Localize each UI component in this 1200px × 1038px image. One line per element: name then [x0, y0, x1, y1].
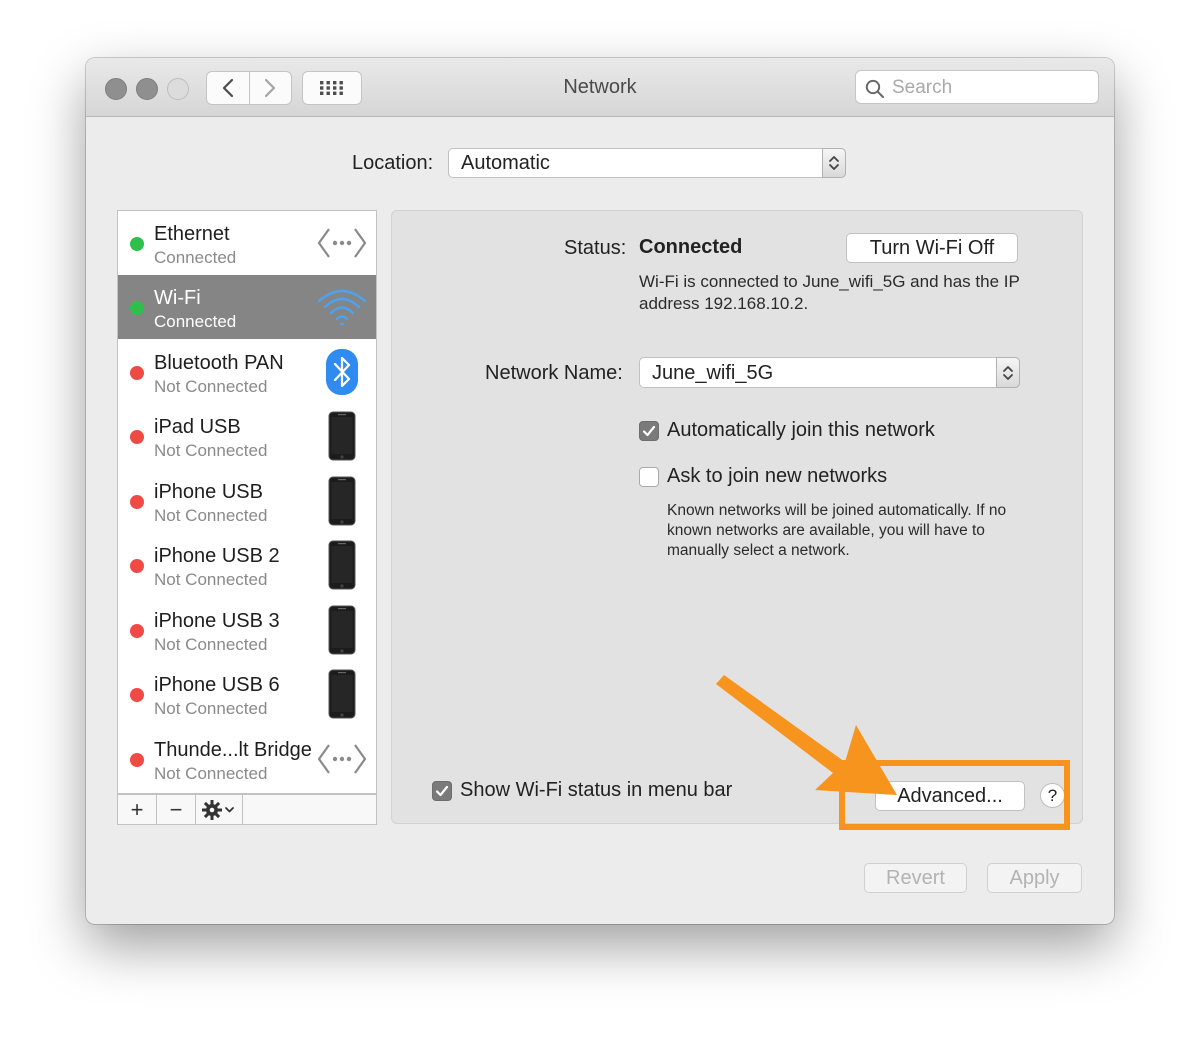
status-dot-not-connected — [130, 366, 144, 380]
service-status: Connected — [154, 248, 237, 267]
status-dot-not-connected — [130, 430, 144, 444]
auto-join-label: Automatically join this network — [667, 419, 935, 441]
up-down-chevron-icon — [1003, 365, 1013, 380]
service-name: iPad USB — [154, 416, 241, 438]
known-networks-description: Known networks will be joined automatica… — [667, 502, 1007, 559]
ethernet-icon — [314, 215, 370, 271]
service-status: Not Connected — [154, 441, 268, 460]
iphone-icon — [314, 537, 370, 593]
service-item-bluetooth-pan[interactable]: Bluetooth PAN Not Connected — [118, 340, 376, 404]
bluetooth-icon — [314, 344, 370, 400]
service-list: Ethernet Connected Wi-Fi Connected Bluet… — [117, 210, 377, 794]
service-status: Not Connected — [154, 699, 268, 718]
search-input[interactable] — [890, 76, 1094, 100]
revert-button[interactable]: Revert — [864, 863, 967, 893]
service-name: Bluetooth PAN — [154, 352, 284, 374]
ethernet-icon — [314, 731, 370, 787]
status-dot-not-connected — [130, 624, 144, 638]
iphone-icon — [314, 473, 370, 529]
show-status-label: Show Wi-Fi status in menu bar — [460, 779, 733, 801]
service-item-wifi[interactable]: Wi-Fi Connected — [118, 275, 376, 339]
help-button[interactable]: ? — [1040, 783, 1065, 808]
service-name: Thunde...lt Bridge — [154, 739, 312, 761]
service-item-thunderbolt-bridge[interactable]: Thunde...lt Bridge Not Connected — [118, 727, 376, 791]
service-name: iPhone USB — [154, 481, 263, 503]
location-value: Automatic — [461, 152, 550, 174]
service-status: Not Connected — [154, 570, 268, 589]
show-status-checkbox[interactable] — [432, 781, 452, 801]
iphone-icon — [314, 408, 370, 464]
location-label: Location: — [352, 152, 434, 174]
service-name: iPhone USB 3 — [154, 610, 280, 632]
network-name-label: Network Name: — [485, 362, 623, 384]
network-preferences-window: Network Location: Automatic Ethernet Con… — [86, 58, 1114, 924]
network-name-value: June_wifi_5G — [652, 362, 774, 384]
service-name: Wi-Fi — [154, 287, 201, 309]
service-item-ethernet[interactable]: Ethernet Connected — [118, 211, 376, 275]
iphone-icon — [314, 602, 370, 658]
up-down-chevron-icon — [829, 156, 839, 170]
checkmark-icon — [642, 425, 656, 437]
service-item-ipad-usb[interactable]: iPad USB Not Connected — [118, 404, 376, 468]
action-menu-button[interactable] — [196, 795, 243, 824]
turn-wifi-off-button[interactable]: Turn Wi-Fi Off — [846, 233, 1018, 263]
service-status: Not Connected — [154, 635, 268, 654]
search-icon — [865, 79, 884, 98]
add-service-button[interactable]: + — [118, 795, 157, 824]
service-status: Connected — [154, 312, 237, 331]
service-name: iPhone USB 6 — [154, 674, 280, 696]
status-dot-not-connected — [130, 495, 144, 509]
title-bar: Network — [86, 58, 1114, 117]
status-value: Connected — [639, 236, 743, 258]
iphone-icon — [314, 666, 370, 722]
status-dot-not-connected — [130, 559, 144, 573]
status-dot-not-connected — [130, 753, 144, 767]
apply-button[interactable]: Apply — [987, 863, 1082, 893]
service-item-iphone-usb[interactable]: iPhone USB Not Connected — [118, 469, 376, 533]
search-field[interactable] — [855, 70, 1099, 104]
remove-service-button[interactable]: − — [157, 795, 196, 824]
wifi-icon — [314, 279, 370, 335]
network-name-stepper[interactable] — [996, 357, 1020, 388]
auto-join-checkbox[interactable] — [639, 421, 659, 441]
status-dot-connected — [130, 301, 144, 315]
service-item-iphone-usb-2[interactable]: iPhone USB 2 Not Connected — [118, 533, 376, 597]
service-status: Not Connected — [154, 506, 268, 525]
status-dot-not-connected — [130, 688, 144, 702]
service-name: Ethernet — [154, 223, 230, 245]
network-name-select[interactable]: June_wifi_5G — [639, 357, 1020, 388]
status-dot-connected — [130, 237, 144, 251]
ask-join-label: Ask to join new networks — [667, 465, 888, 487]
status-description: Wi-Fi is connected to June_wifi_5G and h… — [639, 272, 1020, 313]
location-select[interactable]: Automatic — [448, 148, 846, 178]
service-item-iphone-usb-6[interactable]: iPhone USB 6 Not Connected — [118, 662, 376, 726]
ask-join-checkbox[interactable] — [639, 467, 659, 487]
status-label: Status: — [564, 237, 627, 259]
detail-panel: Status: Connected Turn Wi-Fi Off Wi-Fi i… — [391, 210, 1083, 824]
location-stepper[interactable] — [822, 148, 846, 178]
service-item-iphone-usb-3[interactable]: iPhone USB 3 Not Connected — [118, 598, 376, 662]
gear-icon — [202, 799, 234, 820]
advanced-button[interactable]: Advanced... — [875, 781, 1025, 811]
service-name: iPhone USB 2 — [154, 545, 280, 567]
service-status: Not Connected — [154, 377, 268, 396]
checkmark-icon — [435, 785, 449, 797]
service-status: Not Connected — [154, 764, 268, 783]
service-list-toolbar: + − — [117, 794, 377, 825]
